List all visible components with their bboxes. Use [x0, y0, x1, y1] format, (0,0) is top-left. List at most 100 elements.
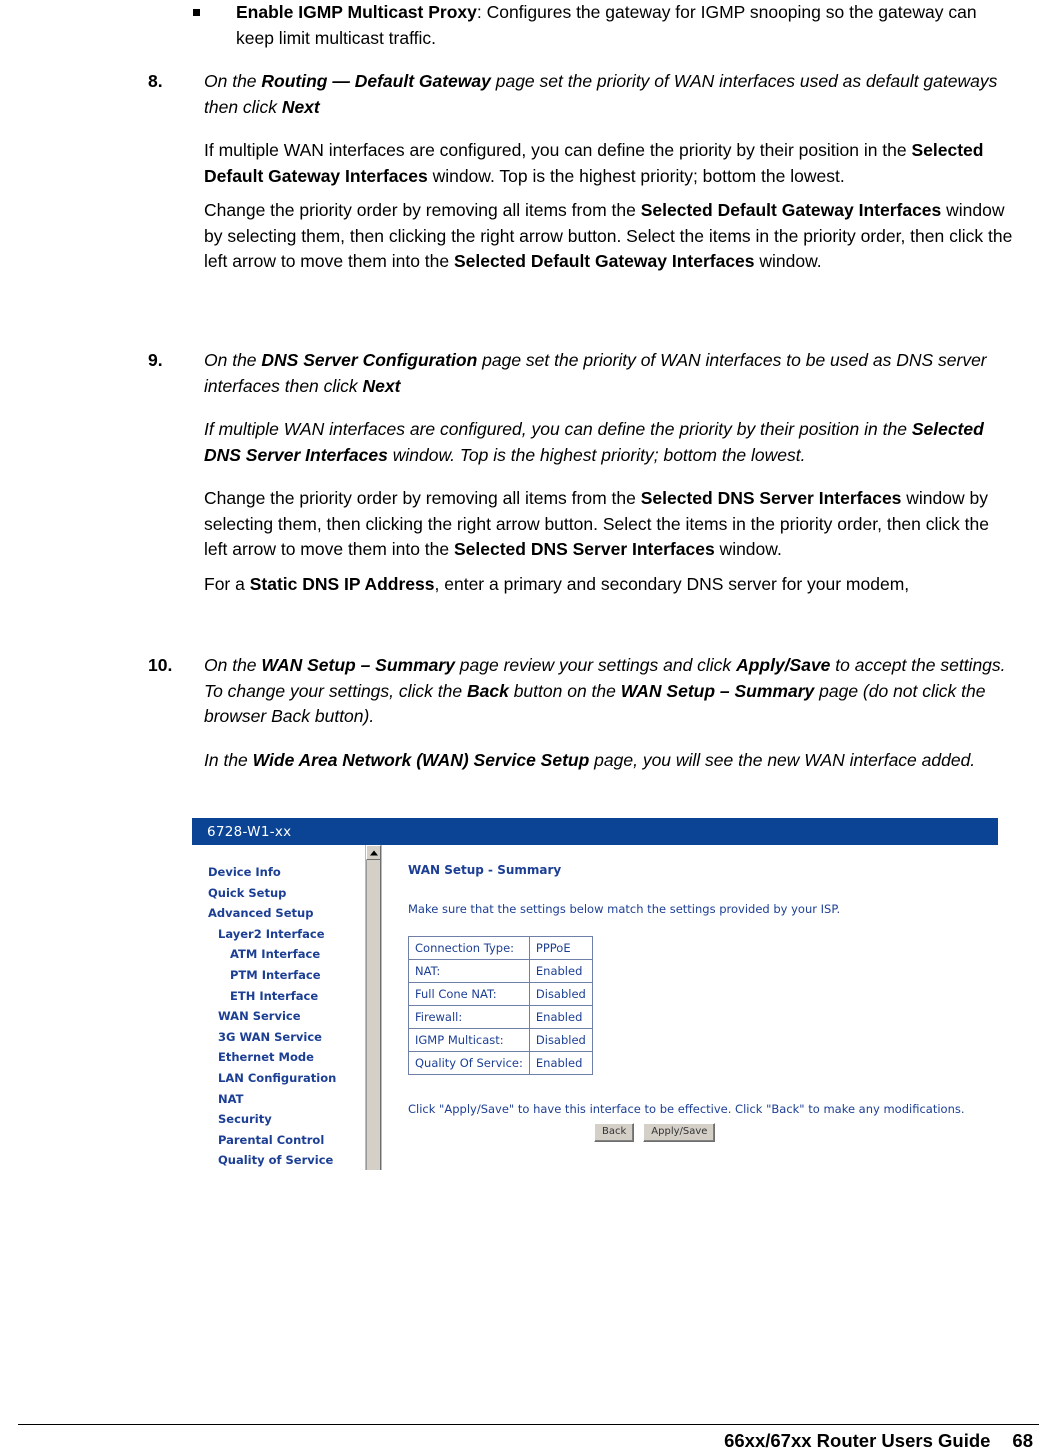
square-bullet-icon — [193, 9, 200, 16]
step-10-lead-4: button on the — [508, 680, 621, 701]
plain-text: If multiple WAN interfaces are configure… — [204, 419, 912, 439]
table-row: Firewall: Enabled — [408, 1005, 593, 1029]
step-8-body: On the Routing — Default Gateway page se… — [204, 69, 1013, 275]
table-row: IGMP Multicast: Disabled — [408, 1028, 593, 1052]
summary-value-cell: PPPoE — [528, 936, 593, 960]
sidebar-item-3g-wan-service[interactable]: 3G WAN Service — [192, 1027, 365, 1048]
sidebar-item-label: LAN Configuration — [218, 1070, 337, 1085]
sidebar-item-eth-interface[interactable]: ETH Interface — [192, 986, 365, 1007]
sidebar-item-label: ETH Interface — [230, 988, 319, 1003]
sidebar-item-security[interactable]: Security — [192, 1109, 365, 1130]
document-page: Enable IGMP Multicast Proxy: Configures … — [0, 0, 1057, 1454]
step-10: 10. On the WAN Setup – Summary page revi… — [148, 653, 1013, 773]
step-10-lead-1: On the — [204, 655, 262, 675]
sidebar-item-nat[interactable]: NAT — [192, 1089, 365, 1110]
bullet-text: Enable IGMP Multicast Proxy: Configures … — [236, 0, 1003, 51]
step-9-lead-bold-1: DNS Server Configuration — [261, 350, 478, 370]
plain-text: window. — [754, 251, 822, 271]
sidebar-item-device-info[interactable]: Device Info — [192, 862, 365, 883]
summary-value-cell: Enabled — [528, 959, 593, 983]
emphasis-text: Wide Area Network (WAN) Service Setup — [252, 749, 590, 770]
plain-text: window. Top is the highest priority; bot… — [387, 444, 806, 465]
router-sidebar: Device Info Quick Setup Advanced Setup Laye… — [192, 845, 365, 1176]
step-10-paragraphs: In the Wide Area Network (WAN) Service S… — [204, 748, 1013, 774]
paragraph: If multiple WAN interfaces are configure… — [204, 138, 1013, 189]
footer: 66xx/67xx Router Users Guide 68 — [724, 1430, 1033, 1452]
scrollbar-track[interactable] — [366, 845, 381, 1170]
sidebar-item-label: Device Info — [208, 865, 281, 879]
plain-text: window. — [714, 539, 782, 559]
apply-save-button[interactable]: Apply/Save — [643, 1123, 716, 1142]
step-9-lead-bold-2: Next — [362, 375, 401, 396]
scroll-up-button[interactable] — [366, 845, 381, 860]
step-10-lead-2: page review your settings and click — [454, 655, 737, 675]
sidebar-item-label: Ethernet Mode — [218, 1050, 314, 1065]
paragraph: Change the priority order by removing al… — [204, 198, 1013, 275]
summary-label-cell: IGMP Multicast: — [408, 1028, 530, 1052]
content-heading: WAN Setup - Summary — [408, 863, 562, 877]
sidebar-item-ptm-interface[interactable]: PTM Interface — [192, 965, 365, 986]
summary-value-cell: Enabled — [528, 1005, 593, 1029]
sidebar-item-parental-control[interactable]: Parental Control — [192, 1130, 365, 1151]
step-8-lead-bold-2: Next — [281, 96, 320, 117]
step-8-lead-1: On the — [204, 71, 262, 91]
sidebar-item-label: ATM Interface — [230, 947, 321, 962]
table-row: Full Cone NAT: Disabled — [408, 982, 593, 1006]
sidebar-item-quick-setup[interactable]: Quick Setup — [192, 883, 365, 904]
sidebar-item-label: Security — [218, 1112, 272, 1127]
step-10-lead-bold-4: WAN Setup – Summary — [620, 680, 815, 701]
wan-summary-table: Connection Type: PPPoE NAT: Enabled Full Con… — [408, 936, 593, 1075]
plain-text: Change the priority order by removing al… — [204, 488, 641, 508]
sidebar-item-advanced-setup[interactable]: Advanced Setup — [192, 903, 365, 924]
sidebar-item-label: Layer2 Interface — [218, 926, 325, 941]
wan-summary-tbody: Connection Type: PPPoE NAT: Enabled Full Con… — [408, 936, 593, 1075]
sidebar-item-label: PTM Interface — [230, 967, 321, 982]
content-note: Make sure that the settings below match … — [408, 902, 841, 916]
sidebar-item-wan-service[interactable]: WAN Service — [192, 1006, 365, 1027]
button-row: Back Apply/Save — [408, 1123, 998, 1142]
emphasis-text: Selected Default Gateway Interfaces — [640, 200, 942, 220]
step-10-lead: On the WAN Setup – Summary page review y… — [204, 653, 1013, 730]
router-titlebar: 6728-W1-xx — [192, 818, 998, 845]
plain-text: For a — [204, 573, 250, 594]
plain-text: In the — [204, 749, 253, 770]
emphasis-text: Selected DNS Server Interfaces — [453, 539, 715, 559]
sidebar-item-lan-configuration[interactable]: LAN Configuration — [192, 1068, 365, 1089]
step-10-body: On the WAN Setup – Summary page review y… — [204, 653, 1013, 773]
paragraph: If multiple WAN interfaces are configure… — [204, 417, 1013, 468]
step-8: 8. On the Routing — Default Gateway page… — [148, 69, 1013, 275]
step-10-number: 10. — [148, 655, 173, 675]
step-8-paragraphs: If multiple WAN interfaces are configure… — [204, 138, 1013, 275]
step-8-lead: On the Routing — Default Gateway page se… — [204, 69, 1013, 120]
sidebar-scrollbar[interactable] — [365, 845, 382, 1176]
paragraph: In the Wide Area Network (WAN) Service S… — [204, 748, 1013, 774]
summary-value-cell: Disabled — [528, 982, 593, 1006]
plain-text: Change the priority order by removing al… — [204, 200, 641, 220]
step-9-number: 9. — [148, 350, 163, 370]
step-9-lead-1: On the — [204, 350, 262, 370]
emphasis-text: Selected Default Gateway Interfaces — [453, 251, 755, 271]
content-hint: Click "Apply/Save" to have this interfac… — [408, 1102, 965, 1116]
plain-text: page, you will see the new WAN interface… — [589, 749, 976, 770]
paragraph: For a Static DNS IP Address, enter a pri… — [204, 572, 1013, 598]
sidebar-item-ethernet-mode[interactable]: Ethernet Mode — [192, 1047, 365, 1068]
sidebar-item-label: Quality of Service — [218, 1153, 334, 1168]
chevron-up-icon — [369, 850, 378, 855]
step-9-body: On the DNS Server Configuration page set… — [204, 348, 1013, 597]
summary-value-cell: Disabled — [528, 1028, 593, 1052]
router-content-pane: WAN Setup - Summary Make sure that the s… — [382, 845, 998, 1176]
sidebar-item-layer2-interface[interactable]: Layer2 Interface — [192, 924, 365, 945]
emphasis-text: Selected DNS Server Interfaces — [640, 488, 902, 508]
step-9: 9. On the DNS Server Configuration page … — [148, 348, 1013, 597]
step-10-lead-bold-3: Back — [466, 680, 509, 701]
sidebar-item-atm-interface[interactable]: ATM Interface — [192, 944, 365, 965]
back-button[interactable]: Back — [594, 1123, 635, 1142]
step-8-number: 8. — [148, 71, 163, 91]
bullet-item: Enable IGMP Multicast Proxy: Configures … — [193, 0, 1003, 51]
summary-label-cell: Firewall: — [408, 1005, 530, 1029]
footer-divider — [18, 1424, 1039, 1425]
sidebar-item-quality-of-service[interactable]: Quality of Service — [192, 1150, 365, 1171]
plain-text: window. Top is the highest priority; bot… — [427, 165, 845, 186]
plain-text: , enter a primary and secondary DNS serv… — [434, 573, 910, 594]
step-10-lead-bold-1: WAN Setup – Summary — [261, 655, 455, 675]
